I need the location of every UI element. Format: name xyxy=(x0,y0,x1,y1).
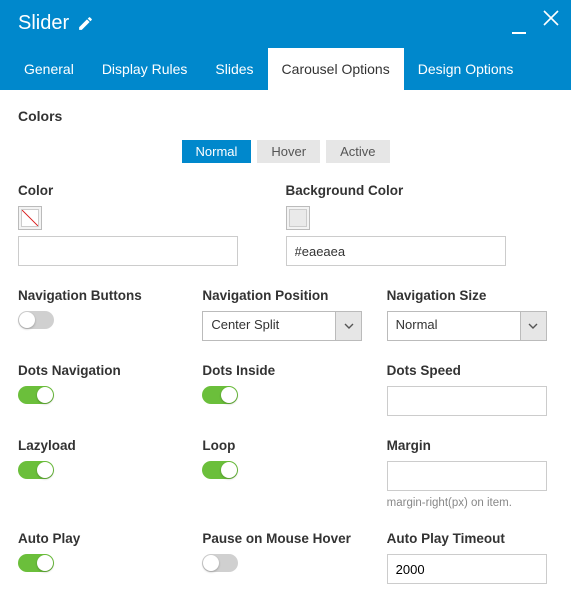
dots-nav-label: Dots Navigation xyxy=(18,363,184,378)
dots-nav-group: Dots Navigation xyxy=(18,363,184,416)
window-controls xyxy=(511,8,561,43)
tab-display-rules[interactable]: Display Rules xyxy=(88,48,202,90)
margin-label: Margin xyxy=(387,438,553,453)
tab-general[interactable]: General xyxy=(10,48,88,90)
dots-speed-group: Dots Speed xyxy=(387,363,553,416)
tab-design-options[interactable]: Design Options xyxy=(404,48,528,90)
row-loop: Lazyload Loop Margin margin-right(px) on… xyxy=(18,438,553,509)
no-color-icon xyxy=(21,209,39,227)
tab-slides[interactable]: Slides xyxy=(201,48,267,90)
loop-group: Loop xyxy=(202,438,368,509)
nav-size-label: Navigation Size xyxy=(387,288,553,303)
seg-hover[interactable]: Hover xyxy=(257,140,320,163)
nav-size-group: Navigation Size Normal xyxy=(387,288,553,341)
pencil-icon[interactable] xyxy=(77,15,94,32)
margin-hint: margin-right(px) on item. xyxy=(387,497,553,509)
nav-position-select[interactable]: Center Split xyxy=(202,311,362,341)
window-title: Slider xyxy=(18,12,69,35)
bg-color-swatch[interactable] xyxy=(286,206,310,230)
tabs-bar: General Display Rules Slides Carousel Op… xyxy=(0,48,537,90)
lazyload-toggle[interactable] xyxy=(18,461,54,479)
lazyload-label: Lazyload xyxy=(18,438,184,453)
dots-inside-toggle[interactable] xyxy=(202,386,238,404)
section-colors-title: Colors xyxy=(18,108,553,124)
seg-active[interactable]: Active xyxy=(326,140,389,163)
color-state-segment: Normal Hover Active xyxy=(18,140,553,163)
autoplay-group: Auto Play xyxy=(18,531,184,584)
autoplay-toggle[interactable] xyxy=(18,554,54,572)
dots-inside-group: Dots Inside xyxy=(202,363,368,416)
loop-toggle[interactable] xyxy=(202,461,238,479)
nav-buttons-label: Navigation Buttons xyxy=(18,288,184,303)
pause-hover-toggle[interactable] xyxy=(202,554,238,572)
dots-speed-input[interactable] xyxy=(387,386,547,416)
autoplay-timeout-input[interactable] xyxy=(387,554,547,584)
nav-size-value: Normal xyxy=(388,312,520,340)
nav-position-label: Navigation Position xyxy=(202,288,368,303)
grey-swatch-icon xyxy=(289,209,307,227)
panel-body: Colors Normal Hover Active Color Backgro… xyxy=(0,90,571,598)
nav-position-value: Center Split xyxy=(203,312,335,340)
nav-buttons-toggle[interactable] xyxy=(18,311,54,329)
bg-color-input[interactable] xyxy=(286,236,506,266)
tab-carousel-options[interactable]: Carousel Options xyxy=(268,48,404,90)
autoplay-label: Auto Play xyxy=(18,531,184,546)
lazyload-group: Lazyload xyxy=(18,438,184,509)
row-autoplay: Auto Play Pause on Mouse Hover Auto Play… xyxy=(18,531,553,584)
dots-nav-toggle[interactable] xyxy=(18,386,54,404)
margin-group: Margin margin-right(px) on item. xyxy=(387,438,553,509)
pause-hover-label: Pause on Mouse Hover xyxy=(202,531,368,546)
nav-buttons-group: Navigation Buttons xyxy=(18,288,184,341)
pause-hover-group: Pause on Mouse Hover xyxy=(202,531,368,584)
margin-input[interactable] xyxy=(387,461,547,491)
loop-label: Loop xyxy=(202,438,368,453)
slider-settings-window: { "header": { "title": "Slider" }, "tabs… xyxy=(0,0,571,598)
bg-color-field-group: Background Color xyxy=(286,183,554,266)
close-button[interactable] xyxy=(541,8,561,33)
color-swatch[interactable] xyxy=(18,206,42,230)
color-label: Color xyxy=(18,183,246,198)
dots-speed-label: Dots Speed xyxy=(387,363,553,378)
color-input[interactable] xyxy=(18,236,238,266)
row-dots: Dots Navigation Dots Inside Dots Speed xyxy=(18,363,553,416)
dots-inside-label: Dots Inside xyxy=(202,363,368,378)
chevron-down-icon xyxy=(520,312,546,340)
bg-color-label: Background Color xyxy=(286,183,514,198)
chevron-down-icon xyxy=(335,312,361,340)
window-header: Slider General Display Rules Slides Caro… xyxy=(0,0,571,90)
autoplay-timeout-group: Auto Play Timeout xyxy=(387,531,553,584)
minimize-button[interactable] xyxy=(511,8,527,43)
row-nav: Navigation Buttons Navigation Position C… xyxy=(18,288,553,341)
color-field-group: Color xyxy=(18,183,286,266)
nav-size-select[interactable]: Normal xyxy=(387,311,547,341)
nav-position-group: Navigation Position Center Split xyxy=(202,288,368,341)
autoplay-timeout-label: Auto Play Timeout xyxy=(387,531,553,546)
seg-normal[interactable]: Normal xyxy=(182,140,252,163)
title-row: Slider xyxy=(0,0,571,35)
colors-row: Color Background Color xyxy=(18,183,553,266)
